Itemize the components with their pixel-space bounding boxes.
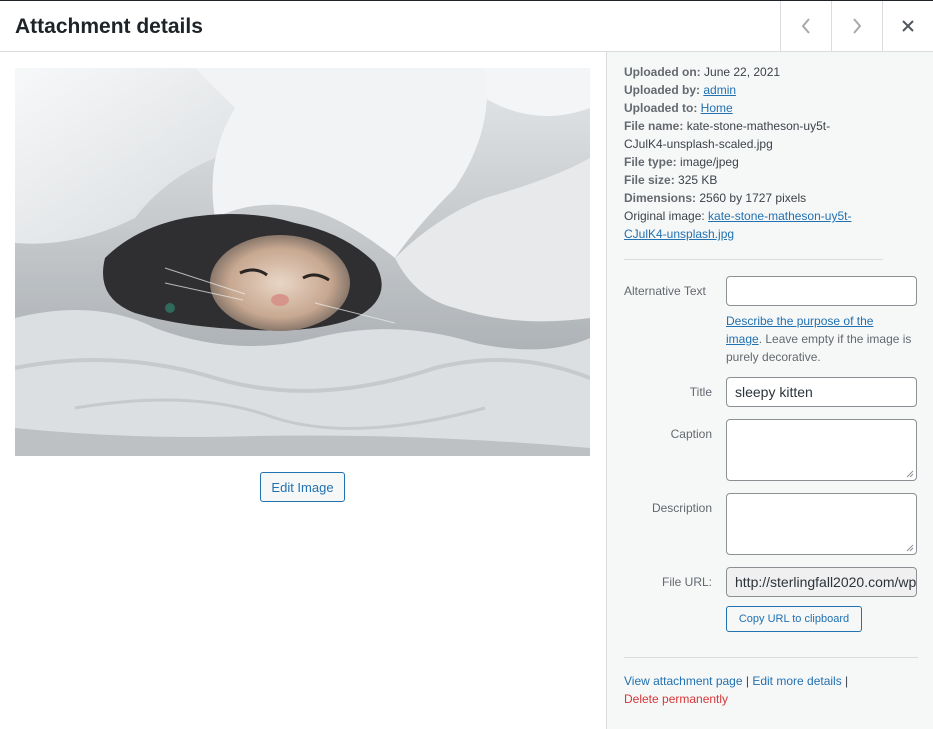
uploaded-on-row: Uploaded on: June 22, 2021: [624, 63, 894, 81]
file-name-value-cont: CJulK4-unsplash-scaled.jpg: [624, 137, 773, 151]
resize-handle-icon[interactable]: [906, 544, 914, 552]
alt-text-help: Describe the purpose of the image. Leave …: [726, 312, 921, 366]
previous-attachment-button[interactable]: [780, 1, 831, 51]
uploaded-by-link[interactable]: admin: [703, 83, 736, 97]
title-input[interactable]: sleepy kitten: [726, 377, 917, 407]
original-image-link-cont[interactable]: CJulK4-unsplash.jpg: [624, 227, 734, 241]
file-url-label: File URL:: [661, 575, 712, 589]
file-name-value: kate-stone-matheson-uy5t-: [686, 119, 831, 133]
edit-image-button[interactable]: Edit Image: [260, 472, 345, 502]
delete-permanently-link[interactable]: Delete permanently: [624, 692, 728, 706]
attachment-image: [15, 68, 590, 456]
attachment-info-sidebar: Uploaded on: June 22, 2021 Uploaded by: …: [606, 52, 933, 729]
separator: |: [742, 674, 753, 688]
uploaded-to-link[interactable]: Home: [701, 101, 733, 115]
kitten-photo-illustration: [15, 68, 590, 456]
separator: |: [841, 674, 849, 688]
uploaded-on-value: June 22, 2021: [704, 65, 781, 79]
resize-handle-icon[interactable]: [906, 470, 914, 478]
original-image-link[interactable]: kate-stone-matheson-uy5t-: [708, 209, 851, 223]
file-type-row: File type: image/jpeg: [624, 153, 894, 171]
file-size-row: File size: 325 KB: [624, 171, 894, 189]
chevron-right-icon: [853, 18, 862, 34]
file-url-input[interactable]: http://sterlingfall2020.com/wp-content/u…: [726, 567, 917, 597]
next-attachment-button[interactable]: [831, 1, 882, 51]
caption-textarea[interactable]: [726, 419, 917, 481]
modal-title: Attachment details: [15, 15, 203, 38]
dimensions-value: 2560 by 1727 pixels: [699, 191, 807, 205]
file-name-label: File name:: [624, 119, 684, 133]
uploaded-by-label: Uploaded by:: [624, 83, 701, 97]
divider: [624, 657, 918, 658]
alt-text-input[interactable]: [726, 276, 917, 306]
file-size-value: 325 KB: [678, 173, 718, 187]
attachment-actions: View attachment page | Edit more details…: [624, 672, 914, 708]
file-name-row: File name: kate-stone-matheson-uy5t- CJul…: [624, 117, 894, 153]
title-label: Title: [689, 385, 712, 399]
alt-text-label: Alternative Text: [624, 284, 706, 298]
close-icon: [902, 20, 914, 32]
file-details: Uploaded on: June 22, 2021 Uploaded by: …: [624, 63, 894, 243]
uploaded-on-label: Uploaded on:: [624, 65, 701, 79]
description-textarea[interactable]: [726, 493, 917, 555]
file-type-label: File type:: [624, 155, 677, 169]
uploaded-to-row: Uploaded to: Home: [624, 99, 894, 117]
uploaded-by-row: Uploaded by: admin: [624, 81, 894, 99]
alt-help-link[interactable]: Describe the purpose of the: [726, 314, 873, 328]
alt-help-link-cont[interactable]: image: [726, 332, 759, 346]
dimensions-label: Dimensions:: [624, 191, 697, 205]
copy-url-button[interactable]: Copy URL to clipboard: [726, 606, 862, 632]
description-label: Description: [651, 501, 712, 515]
view-attachment-link[interactable]: View attachment page: [624, 674, 743, 688]
modal-header: Attachment details: [0, 1, 933, 52]
file-size-label: File size:: [624, 173, 675, 187]
caption-label: Caption: [670, 427, 712, 441]
chevron-left-icon: [801, 18, 810, 34]
attachment-media-view: Edit Image: [0, 52, 606, 729]
file-type-value: image/jpeg: [680, 155, 739, 169]
original-image-row: Original image: kate-stone-matheson-uy5t…: [624, 207, 894, 243]
uploaded-to-label: Uploaded to:: [624, 101, 698, 115]
divider: [624, 259, 883, 260]
original-image-label: Original image:: [624, 209, 705, 223]
dimensions-row: Dimensions: 2560 by 1727 pixels: [624, 189, 894, 207]
close-modal-button[interactable]: [882, 1, 933, 51]
edit-details-link[interactable]: Edit more details: [752, 674, 841, 688]
